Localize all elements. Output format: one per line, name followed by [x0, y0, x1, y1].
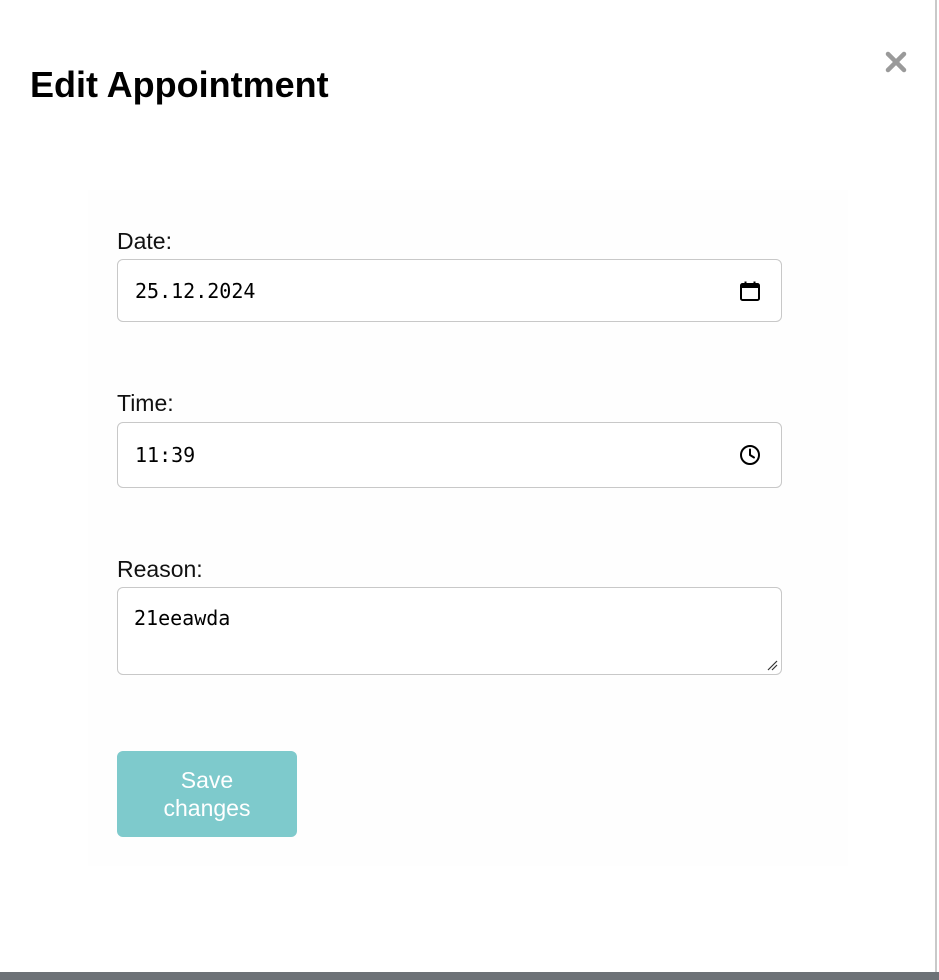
date-input[interactable]: 25.12.2024 — [117, 259, 782, 322]
reason-value: 21eeawda — [134, 606, 231, 630]
time-value: 11:39 — [135, 443, 196, 467]
clock-icon[interactable] — [739, 444, 761, 466]
save-button[interactable]: Save changes — [117, 751, 297, 837]
resize-handle-icon[interactable] — [766, 659, 778, 671]
page-title: Edit Appointment — [30, 64, 329, 105]
time-input[interactable]: 11:39 — [117, 422, 782, 488]
reason-label: Reason: — [117, 556, 203, 582]
save-button-label: Save changes — [163, 767, 251, 821]
close-icon — [885, 51, 907, 73]
date-label: Date: — [117, 228, 172, 254]
bottom-scrollbar — [0, 972, 939, 980]
edit-appointment-modal: Edit Appointment Date: 25.12.2024 Time: … — [0, 0, 937, 972]
calendar-icon[interactable] — [739, 280, 761, 302]
date-value: 25.12.2024 — [135, 279, 256, 303]
close-button[interactable] — [880, 46, 912, 78]
time-label: Time: — [117, 390, 174, 416]
reason-textarea[interactable]: 21eeawda — [117, 587, 782, 675]
